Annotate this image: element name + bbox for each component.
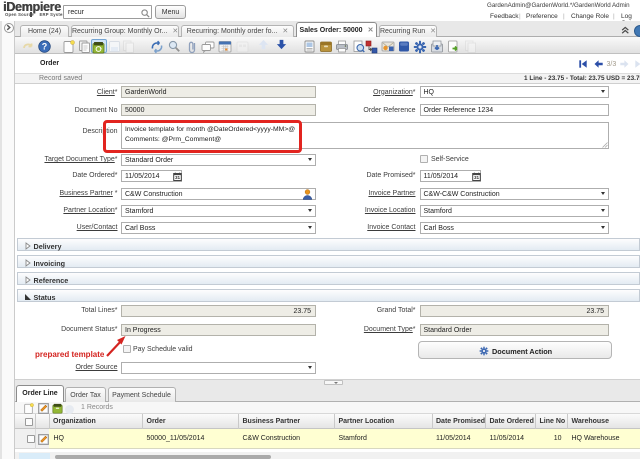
- svg-text:31: 31: [175, 175, 181, 180]
- svg-text:?: ?: [42, 41, 48, 51]
- svg-text:31: 31: [473, 175, 479, 180]
